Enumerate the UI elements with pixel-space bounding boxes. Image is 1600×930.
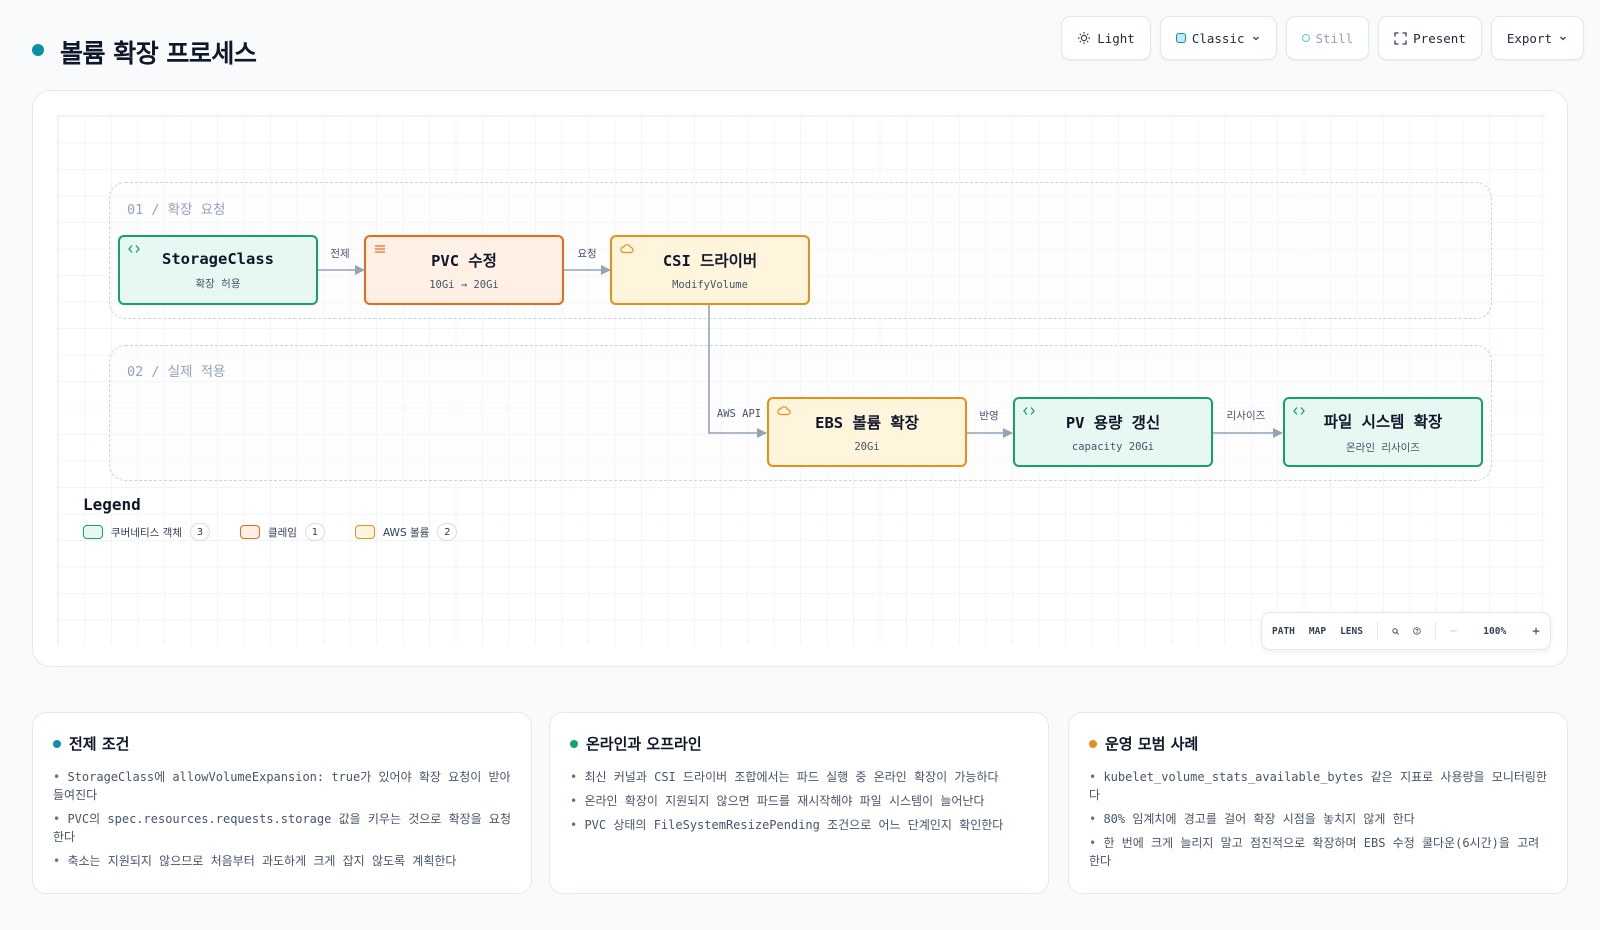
list-item: 80% 임계치에 경고를 걸어 확장 시점을 놓치지 않게 한다 <box>1089 810 1547 828</box>
edge-label-pvc-csi: 요청 <box>577 248 597 260</box>
card-dot <box>570 739 578 748</box>
edge-label-ebs-pv: 반영 <box>979 410 999 422</box>
path-button[interactable]: PATH <box>1272 626 1295 637</box>
edges-layer <box>317 265 1283 438</box>
canvas-controls: PATH MAP LENS − 100% + <box>1261 612 1551 650</box>
node-title: PV 용량 갱신 <box>1065 414 1161 432</box>
list-item: 온라인 확장이 지원되지 않으면 파드를 재시작해야 파일 시스템이 늘어난다 <box>570 792 1028 810</box>
fullscreen-icon <box>1394 31 1407 45</box>
code-brackets-icon <box>128 245 140 253</box>
motion-button[interactable]: Still <box>1285 16 1370 60</box>
card-title: 전제 조건 <box>69 735 130 753</box>
theme-label: Light <box>1097 30 1135 46</box>
zoom-in-button[interactable]: + <box>1532 624 1540 639</box>
legend-label: 클레임 <box>267 526 297 539</box>
list-item: 최신 커널과 CSI 드라이버 조합에서는 파드 실행 중 온라인 확장이 가능… <box>570 768 1028 786</box>
list-item: 축소는 지원되지 않으므로 처음부터 과도하게 크게 잡지 않도록 계획한다 <box>53 852 511 870</box>
style-swatch-icon <box>1175 33 1186 43</box>
chevron-down-icon <box>1560 36 1566 41</box>
list-item: PVC의 spec.resources.requests.storage 값을 … <box>53 810 511 846</box>
card-title: 운영 모범 사례 <box>1105 735 1199 753</box>
still-circle-icon <box>1301 34 1310 42</box>
code-brackets-icon <box>1293 407 1305 415</box>
theme-button[interactable]: Light <box>1061 16 1151 60</box>
map-button[interactable]: MAP <box>1309 626 1326 637</box>
legend-swatch <box>239 525 260 539</box>
list-lines-icon <box>375 245 385 253</box>
edge-label-storageclass-pvc: 전제 <box>330 248 350 260</box>
node-title: PVC 수정 <box>431 252 497 270</box>
legend-item-claim[interactable]: 클레임 1 <box>239 523 325 541</box>
edge-label-csi-ebs: AWS API <box>716 408 762 420</box>
present-button[interactable]: Present <box>1378 16 1482 60</box>
list-item: 한 번에 크게 늘리지 말고 점진적으로 확장하며 EBS 수정 쿨다운(6시간… <box>1089 834 1547 870</box>
legend-count: 1 <box>304 523 325 541</box>
node-title: StorageClass <box>162 249 274 268</box>
page-title: 볼륨 확장 프로세스 <box>60 39 257 68</box>
legend-swatch <box>83 525 103 539</box>
code-brackets-icon <box>1023 407 1035 415</box>
node-storageclass[interactable]: StorageClass 확장 허용 <box>118 235 318 305</box>
node-csi[interactable]: CSI 드라이버 ModifyVolume <box>610 235 810 305</box>
node-subtitle: 확장 허용 <box>195 277 241 290</box>
present-label: Present <box>1413 30 1466 46</box>
node-subtitle: ModifyVolume <box>672 279 748 291</box>
legend-label: AWS 볼륨 <box>382 526 430 539</box>
card-prerequisites: 전제 조건 StorageClass에 allowVolumeExpansion… <box>32 712 532 894</box>
chevron-down-icon <box>1252 36 1259 41</box>
card-dot <box>53 739 61 748</box>
style-select[interactable]: Classic <box>1159 16 1277 60</box>
legend-count: 3 <box>189 523 210 541</box>
card-dot <box>1089 739 1097 748</box>
legend-label: 쿠버네티스 객체 <box>111 526 182 539</box>
export-label: Export <box>1506 30 1552 46</box>
card-best-practices: 운영 모범 사례 kubelet_volume_stats_available_… <box>1068 712 1568 894</box>
node-subtitle: 온라인 리사이즈 <box>1346 441 1420 454</box>
title-dot <box>32 44 44 56</box>
motion-label: Still <box>1315 30 1354 46</box>
edge-label-pv-fs: 리사이즈 <box>1226 410 1266 422</box>
search-icon[interactable] <box>1392 626 1399 637</box>
sun-icon <box>1078 32 1091 44</box>
cloud-icon <box>777 406 791 416</box>
legend-title: Legend <box>83 495 141 514</box>
node-title: EBS 볼륨 확장 <box>815 414 919 432</box>
legend-count: 2 <box>437 523 458 541</box>
legend-item-k8s[interactable]: 쿠버네티스 객체 3 <box>83 523 210 541</box>
node-pv[interactable]: PV 용량 갱신 capacity 20Gi <box>1013 397 1213 467</box>
cloud-icon <box>620 244 634 254</box>
diagram-canvas[interactable]: 01 / 확장 요청 02 / 실제 적용 전제 요청 AWS API 반영 리… <box>32 90 1568 667</box>
node-subtitle: 10Gi → 20Gi <box>429 279 499 291</box>
divider <box>1434 622 1436 640</box>
legend-item-aws[interactable]: AWS 볼륨 2 <box>354 523 458 541</box>
card-title: 온라인과 오프라인 <box>586 735 702 753</box>
divider <box>1376 622 1378 640</box>
list-item: kubelet_volume_stats_available_bytes 같은 … <box>1089 768 1547 804</box>
legend: 쿠버네티스 객체 3 클레임 1 AWS 볼륨 2 <box>83 523 458 541</box>
legend-swatch <box>354 525 375 539</box>
toolbar: Light Classic Still Present Export <box>1061 16 1584 60</box>
node-subtitle: 20Gi <box>854 441 880 453</box>
node-filesystem[interactable]: 파일 시스템 확장 온라인 리사이즈 <box>1283 397 1483 467</box>
node-title: 파일 시스템 확장 <box>1323 412 1443 431</box>
list-item: PVC 상태의 FileSystemResizePending 조건으로 어느 … <box>570 816 1028 834</box>
node-ebs[interactable]: EBS 볼륨 확장 20Gi <box>767 397 967 467</box>
style-label: Classic <box>1191 30 1245 46</box>
help-icon[interactable] <box>1413 625 1421 637</box>
node-title: CSI 드라이버 <box>662 252 758 270</box>
card-online-offline: 온라인과 오프라인 최신 커널과 CSI 드라이버 조합에서는 파드 실행 중 … <box>549 712 1049 894</box>
zoom-level: 100% <box>1483 625 1507 637</box>
list-item: StorageClass에 allowVolumeExpansion: true… <box>53 768 511 804</box>
export-button[interactable]: Export <box>1490 16 1584 60</box>
node-subtitle: capacity 20Gi <box>1071 441 1155 453</box>
lens-button[interactable]: LENS <box>1340 626 1363 637</box>
node-pvc[interactable]: PVC 수정 10Gi → 20Gi <box>364 235 564 305</box>
zoom-out-button[interactable]: − <box>1449 624 1457 639</box>
